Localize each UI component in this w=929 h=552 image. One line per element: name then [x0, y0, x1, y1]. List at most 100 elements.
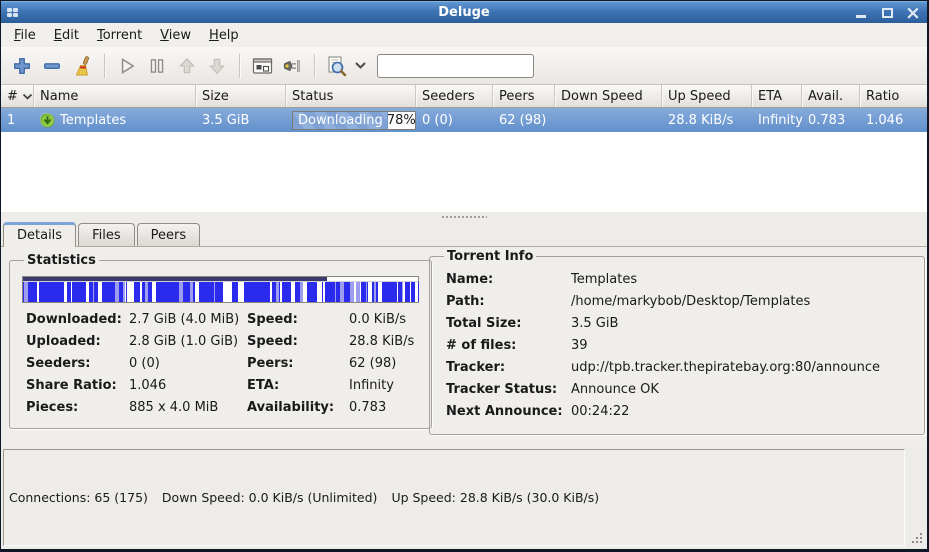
torrent-up-speed: 28.8 KiB/s: [662, 108, 752, 132]
stat-label: Speed:: [247, 312, 349, 327]
tab-details[interactable]: Details: [3, 222, 76, 247]
queue-down-button[interactable]: [202, 51, 232, 81]
details-pane: Statistics Downloaded: 2.7 GiB (4.0 MiB)…: [1, 247, 927, 447]
info-value: udp://tpb.tracker.thepiratebay.org:80/an…: [571, 360, 916, 375]
statistics-title: Statistics: [24, 253, 99, 268]
remove-torrent-button[interactable]: [37, 51, 67, 81]
menu-torrent[interactable]: Torrent: [88, 25, 151, 46]
stat-label: ETA:: [247, 378, 349, 393]
minimize-button[interactable]: [853, 5, 869, 21]
torrent-ratio: 1.046: [860, 108, 927, 132]
pane-splitter[interactable]: [1, 212, 927, 222]
toolbar-separator: [314, 54, 315, 78]
torrent-seeders: 0 (0): [416, 108, 493, 132]
stat-value: 2.7 GiB (4.0 MiB): [129, 312, 247, 327]
info-value: 39: [571, 338, 916, 353]
maximize-button[interactable]: [879, 5, 895, 21]
info-label: Path:: [446, 294, 571, 309]
menu-edit[interactable]: Edit: [45, 25, 88, 46]
clear-finished-button[interactable]: [67, 51, 97, 81]
statusbar-box: Connections: 65 (175) Down Speed: 0.0 Ki…: [3, 449, 905, 546]
column-header-status[interactable]: Status: [286, 85, 416, 107]
column-header-avail[interactable]: Avail.: [802, 85, 860, 107]
stat-value: 62 (98): [349, 356, 423, 371]
search-filter-dropdown[interactable]: [352, 51, 368, 81]
stat-label: Seeders:: [26, 356, 129, 371]
tab-files[interactable]: Files: [78, 223, 135, 247]
column-header-size[interactable]: Size: [196, 85, 286, 107]
stat-label: Speed:: [247, 334, 349, 349]
plug-icon: [282, 57, 302, 75]
torrent-name-cell: Templates: [34, 108, 196, 132]
info-label: Next Announce:: [446, 404, 571, 419]
pause-torrent-button[interactable]: [142, 51, 172, 81]
chevron-down-icon: [354, 61, 367, 70]
torrent-info-grid: Name: Templates Path: /home/markybob/Des…: [438, 268, 916, 419]
progress-fill: Downloading 78%: [293, 112, 388, 129]
plus-icon: [13, 57, 31, 75]
resume-torrent-button[interactable]: [112, 51, 142, 81]
info-label: Tracker:: [446, 360, 571, 375]
status-down-speed: Down Speed: 0.0 KiB/s (Unlimited): [162, 490, 378, 505]
menu-view[interactable]: View: [151, 25, 200, 46]
close-button[interactable]: ×: [905, 5, 921, 21]
info-label: Tracker Status:: [446, 382, 571, 397]
minus-icon: [43, 57, 61, 75]
search-filter-button[interactable]: [322, 51, 352, 81]
broom-icon: [72, 56, 92, 76]
info-value: 3.5 GiB: [571, 316, 916, 331]
torrent-list-empty-area[interactable]: [1, 132, 927, 212]
play-icon: [117, 56, 137, 76]
stat-value: 0.0 KiB/s: [349, 312, 423, 327]
column-header-peers[interactable]: Peers: [493, 85, 555, 107]
downloading-state-icon: [40, 113, 55, 128]
info-value: 00:24:22: [571, 404, 916, 419]
torrent-id: 1: [1, 108, 34, 132]
stat-value: 0.783: [349, 400, 423, 415]
titlebar[interactable]: Deluge ×: [1, 1, 927, 23]
queue-up-button[interactable]: [172, 51, 202, 81]
tab-peers[interactable]: Peers: [137, 223, 201, 247]
maximize-icon: [882, 8, 893, 18]
up-arrow-icon: [177, 56, 197, 76]
column-header-eta[interactable]: ETA: [752, 85, 802, 107]
toolbar: [1, 47, 927, 85]
menu-help[interactable]: Help: [200, 25, 248, 46]
column-header-down-speed[interactable]: Down Speed: [555, 85, 662, 107]
info-value: Announce OK: [571, 382, 916, 397]
splitter-grip-icon: [441, 215, 487, 219]
progress-bar: Downloading 78% Downloading 78%: [292, 111, 416, 130]
stat-value: 1.046: [129, 378, 247, 393]
search-input[interactable]: [377, 54, 534, 78]
column-header-up-speed[interactable]: Up Speed: [662, 85, 752, 107]
toolbar-separator: [239, 54, 240, 78]
connection-manager-button[interactable]: [277, 51, 307, 81]
stat-label: Share Ratio:: [26, 378, 129, 393]
preferences-button[interactable]: [247, 51, 277, 81]
search-icon: [326, 55, 348, 77]
pause-icon: [147, 56, 167, 76]
statistics-grid: Downloaded: 2.7 GiB (4.0 MiB) Speed: 0.0…: [18, 312, 423, 415]
add-torrent-button[interactable]: [7, 51, 37, 81]
column-header-name[interactable]: Name: [34, 85, 196, 107]
deluge-window: Deluge × File Edit Torrent View Help: [1, 1, 927, 549]
window-controls: ×: [853, 5, 921, 21]
resize-grip-icon[interactable]: [909, 530, 924, 545]
column-header-seeders[interactable]: Seeders: [416, 85, 493, 107]
info-label: Total Size:: [446, 316, 571, 331]
info-value: Templates: [571, 272, 916, 287]
table-row[interactable]: 1 Templates 3.5 GiB Downloading 78% Down…: [1, 108, 927, 132]
torrent-size: 3.5 GiB: [196, 108, 286, 132]
menu-file[interactable]: File: [5, 25, 45, 46]
minimize-icon: [856, 15, 866, 18]
toolbar-separator: [104, 54, 105, 78]
statistics-frame: Statistics Downloaded: 2.7 GiB (4.0 MiB)…: [9, 253, 432, 429]
column-header-ratio[interactable]: Ratio: [860, 85, 927, 107]
down-arrow-icon: [207, 56, 227, 76]
torrent-down-speed: [555, 108, 662, 132]
torrent-name: Templates: [60, 113, 126, 128]
stat-label: Downloaded:: [26, 312, 129, 327]
stat-value: 2.8 GiB (1.0 GiB): [129, 334, 247, 349]
torrent-info-title: Torrent Info: [444, 249, 536, 264]
column-header-number[interactable]: #: [1, 85, 34, 107]
